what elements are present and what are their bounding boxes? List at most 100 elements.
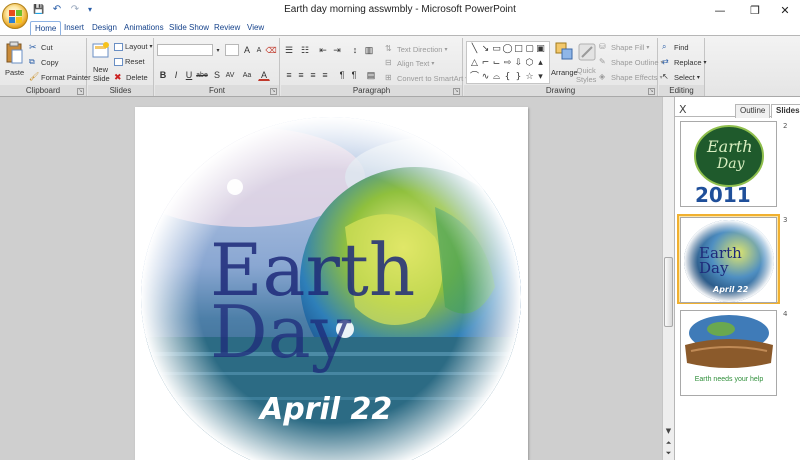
- font-name-dropdown-icon[interactable]: ▾: [212, 44, 224, 56]
- italic-button[interactable]: I: [170, 69, 182, 81]
- columns-icon[interactable]: ▥: [363, 44, 375, 56]
- drawing-launcher-icon[interactable]: ↘: [648, 88, 655, 95]
- numbering-icon[interactable]: ☷: [299, 44, 311, 56]
- scroll-down-arrow-icon[interactable]: ▼: [663, 427, 674, 437]
- line-shape-icon[interactable]: ╲: [469, 44, 480, 55]
- paste-button[interactable]: Paste: [5, 68, 24, 77]
- strikethrough-button[interactable]: abe: [196, 69, 208, 81]
- tab-slide-show[interactable]: Slide Show: [165, 21, 213, 35]
- paragraph-launcher-icon[interactable]: ↘: [453, 88, 460, 95]
- office-button[interactable]: [2, 3, 28, 29]
- tab-design[interactable]: Design: [88, 21, 121, 35]
- convert-smartart-button[interactable]: ⊞Convert to SmartArt▾: [385, 73, 468, 83]
- bullets-icon[interactable]: ☰: [283, 44, 295, 56]
- slide-thumbnail[interactable]: Earth needs your help: [680, 310, 777, 396]
- find-button[interactable]: ⌕ Find: [662, 42, 689, 52]
- down-arrow-shape-icon[interactable]: ⇩: [513, 58, 524, 69]
- clipboard-launcher-icon[interactable]: ↘: [77, 88, 84, 95]
- vertical-scrollbar[interactable]: ▼ ⏶ ⏷: [662, 97, 674, 460]
- character-spacing-button[interactable]: AV: [224, 69, 236, 81]
- copy-button[interactable]: ⧉ Copy: [29, 57, 59, 67]
- previous-slide-icon[interactable]: ⏶: [663, 439, 674, 449]
- shape-effects-button[interactable]: ◈ Shape Effects ▾: [599, 72, 663, 82]
- curve-shape-icon[interactable]: ⌒: [469, 72, 480, 83]
- brace-right-shape-icon[interactable]: }: [513, 72, 524, 83]
- justify-icon[interactable]: ≡: [319, 69, 331, 81]
- clear-formatting-icon[interactable]: ⌫: [265, 44, 277, 56]
- reset-button[interactable]: Reset: [114, 57, 145, 66]
- increase-indent-icon[interactable]: ⇥: [331, 44, 343, 56]
- minimize-button[interactable]: —: [705, 0, 735, 20]
- select-button[interactable]: ↖ Select ▾: [662, 72, 700, 82]
- scrollbar-thumb[interactable]: [664, 257, 673, 327]
- arrow-shape-icon[interactable]: ↘: [480, 44, 491, 55]
- cut-button[interactable]: ✂ Cut: [29, 42, 53, 52]
- decrease-indent-icon[interactable]: ⇤: [317, 44, 329, 56]
- arrange-button[interactable]: Arrange: [551, 68, 578, 77]
- slide-date: April 22: [258, 392, 392, 427]
- current-slide[interactable]: Earth Day April 22: [135, 107, 528, 460]
- layout-button[interactable]: Layout ▾: [114, 42, 153, 51]
- replace-button[interactable]: ⇄ Replace ▾: [662, 57, 707, 67]
- textbox-shape-icon[interactable]: ▣: [535, 44, 546, 55]
- tab-insert[interactable]: Insert: [60, 21, 88, 35]
- shrink-font-button[interactable]: A: [253, 44, 265, 56]
- freeform-shape-icon[interactable]: ∿: [480, 72, 491, 83]
- tab-view[interactable]: View: [243, 21, 268, 35]
- font-size-combobox[interactable]: [225, 44, 239, 56]
- change-case-button[interactable]: Aa: [241, 69, 253, 81]
- next-slide-icon[interactable]: ⏷: [663, 449, 674, 459]
- square-shape-icon[interactable]: □: [513, 44, 524, 55]
- tab-slides[interactable]: Slides: [771, 104, 800, 118]
- shape-outline-button[interactable]: ✎ Shape Outline ▾: [599, 57, 664, 67]
- elbow-arrow-icon[interactable]: ⌙: [491, 58, 502, 69]
- text-direction-icon: ⇅: [385, 44, 392, 53]
- right-arrow-shape-icon[interactable]: ⇨: [502, 58, 513, 69]
- hexagon-shape-icon[interactable]: ⬡: [524, 58, 535, 69]
- shadow-button[interactable]: S: [211, 69, 223, 81]
- format-painter-button[interactable]: 🖌 Format Painter: [29, 72, 91, 82]
- brace-left-shape-icon[interactable]: {: [502, 72, 513, 83]
- tab-home[interactable]: Home: [30, 21, 62, 35]
- close-panel-icon[interactable]: X: [679, 103, 687, 116]
- triangle-shape-icon[interactable]: △: [469, 58, 480, 69]
- elbow-connector-icon[interactable]: ⌐: [480, 58, 491, 69]
- scroll-up-icon[interactable]: ▴: [535, 58, 546, 69]
- columns-layout-icon[interactable]: ▤: [365, 69, 377, 81]
- arc-shape-icon[interactable]: ⌓: [491, 72, 502, 83]
- tab-review[interactable]: Review: [210, 21, 244, 35]
- align-left-icon[interactable]: ≡: [283, 69, 295, 81]
- oval-shape-icon[interactable]: ◯: [502, 44, 513, 55]
- shape-fill-button[interactable]: ⛁ Shape Fill ▾: [599, 42, 649, 52]
- slide-thumbnail-selected[interactable]: Earth Day April 22: [680, 217, 777, 303]
- thumbnail-image: Earth Day April 22: [684, 220, 774, 302]
- rect-shape-icon[interactable]: ▭: [491, 44, 502, 55]
- bold-button[interactable]: B: [157, 69, 169, 81]
- shapes-gallery[interactable]: ╲ ↘ ▭ ◯ □ ▢ ▣ △ ⌐ ⌙ ⇨ ⇩ ⬡ ▴ ⌒ ∿ ⌓ { } ☆ …: [466, 41, 550, 84]
- font-name-combobox[interactable]: [157, 44, 213, 56]
- tab-outline[interactable]: Outline: [735, 104, 771, 118]
- ltr-icon[interactable]: ¶: [336, 69, 348, 81]
- slide-thumbnail[interactable]: Earth Day 2011: [680, 121, 777, 207]
- tab-animations[interactable]: Animations: [120, 21, 168, 35]
- new-slide-button[interactable]: New Slide: [93, 65, 110, 83]
- line-spacing-icon[interactable]: ↕: [349, 44, 361, 56]
- gallery-more-icon[interactable]: ▾: [535, 72, 546, 83]
- restore-button[interactable]: ❐: [740, 0, 770, 20]
- close-button[interactable]: ✕: [770, 0, 800, 20]
- grow-font-button[interactable]: A: [241, 44, 253, 56]
- rtl-icon[interactable]: ¶: [348, 69, 360, 81]
- font-launcher-icon[interactable]: ↘: [270, 88, 277, 95]
- editing-group: ⌕ Find ⇄ Replace ▾ ↖ Select ▾ Editing: [659, 38, 707, 96]
- align-center-icon[interactable]: ≡: [295, 69, 307, 81]
- text-direction-button[interactable]: ⇅ Text Direction ▾: [385, 44, 447, 54]
- underline-button[interactable]: U: [183, 69, 195, 81]
- star-shape-icon[interactable]: ☆: [524, 72, 535, 83]
- font-color-button[interactable]: A: [258, 69, 270, 81]
- delete-button[interactable]: ✖ Delete: [114, 72, 148, 82]
- align-text-button[interactable]: ⊟ Align Text ▾: [385, 58, 434, 68]
- rounded-rect-shape-icon[interactable]: ▢: [524, 44, 535, 55]
- quick-styles-button[interactable]: Quick Styles: [576, 66, 596, 84]
- drawing-label: Drawing: [464, 85, 657, 96]
- align-right-icon[interactable]: ≡: [307, 69, 319, 81]
